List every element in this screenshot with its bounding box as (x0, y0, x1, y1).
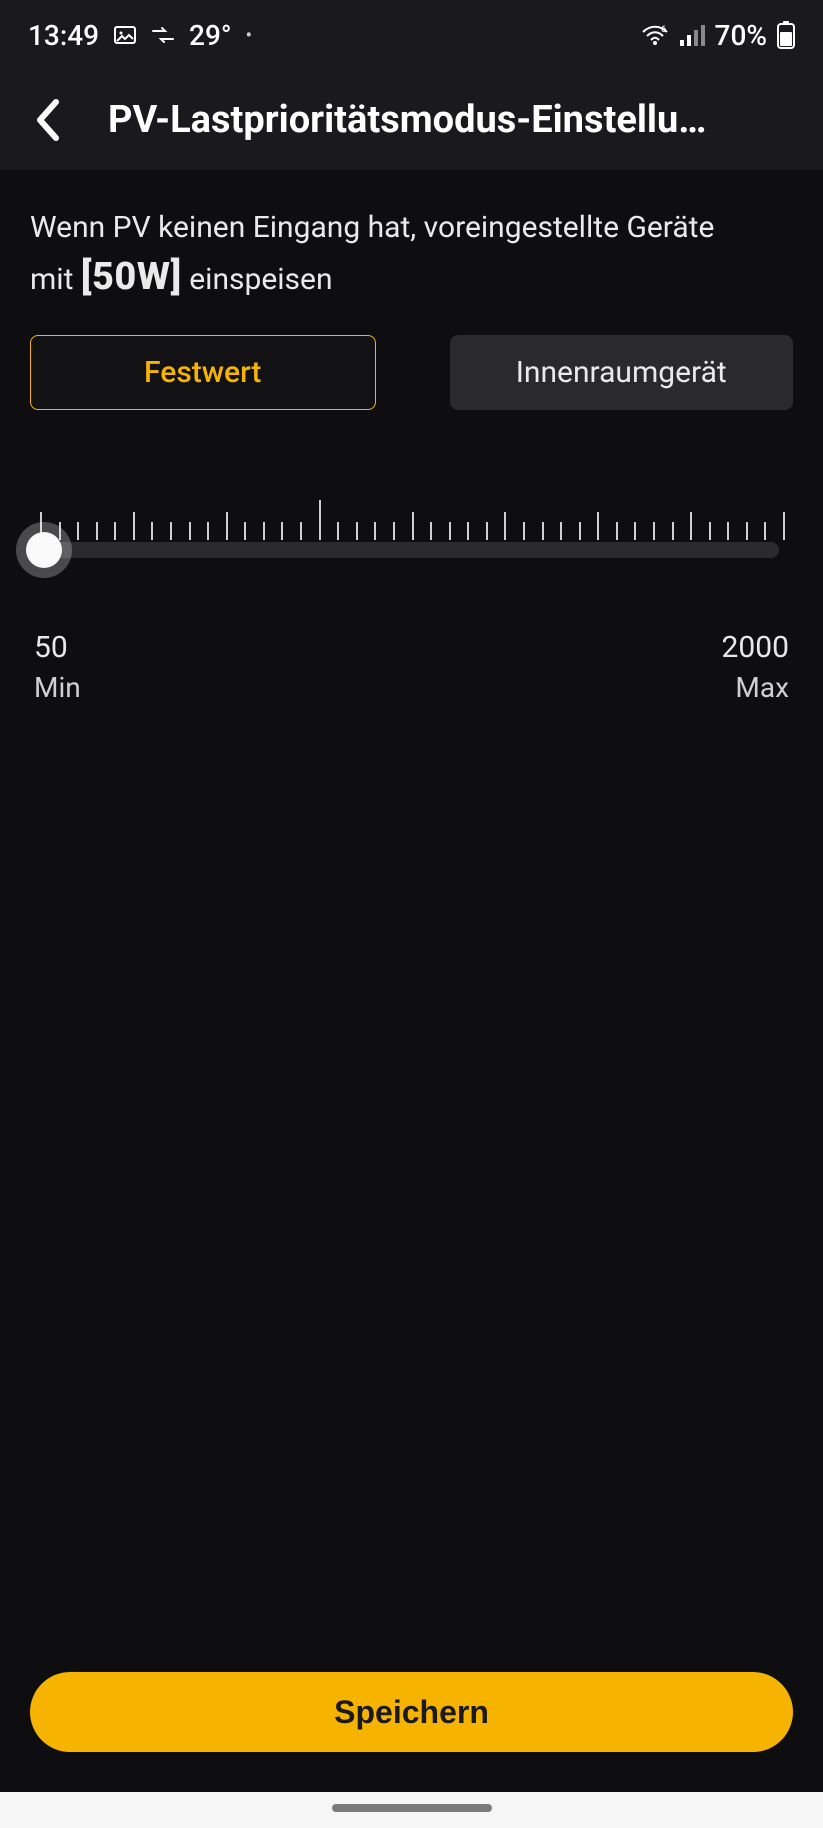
status-right: 6 70% (641, 19, 795, 52)
slider-track (44, 542, 779, 558)
description-post: einspeisen (189, 262, 332, 297)
tab-fixed-value[interactable]: Festwert (30, 335, 376, 410)
slider-max-label: Max (722, 671, 789, 704)
back-button[interactable] (28, 100, 68, 140)
slider-min-value: 50 (34, 630, 81, 665)
description-line1: Wenn PV keinen Eingang hat, voreingestel… (30, 210, 714, 245)
status-battery-text: 70% (715, 19, 767, 52)
save-bar: Speichern (0, 1672, 823, 1792)
description-value: [50W] (81, 255, 182, 299)
power-slider[interactable] (30, 500, 793, 620)
description-pre: mit (30, 262, 73, 297)
chevron-left-icon (34, 98, 62, 142)
dot-icon: • (246, 25, 252, 46)
status-time: 13:49 (28, 19, 99, 52)
slider-max-value: 2000 (722, 630, 789, 665)
signal-icon (679, 24, 705, 46)
description-text: Wenn PV keinen Eingang hat, voreingestel… (30, 206, 793, 305)
tab-fixed-label: Festwert (144, 355, 261, 390)
mode-tabs: Festwert Innenraumgerät (30, 335, 793, 410)
nav-handle[interactable] (332, 1804, 492, 1812)
slider-thumb-inner (26, 532, 62, 568)
slider-labels: 50 Min 2000 Max (30, 630, 793, 704)
save-button-label: Speichern (334, 1694, 489, 1731)
content: Wenn PV keinen Eingang hat, voreingestel… (0, 170, 823, 1672)
tab-indoor-label: Innenraumgerät (516, 355, 727, 390)
status-temp: 29° (189, 19, 232, 52)
page-title: PV-Lastprioritätsmodus-Einstellu… (108, 98, 795, 142)
save-button[interactable]: Speichern (30, 1672, 793, 1752)
nav-area (0, 1792, 823, 1828)
sync-icon (151, 25, 175, 45)
battery-icon (777, 21, 795, 49)
status-left: 13:49 29° • (28, 19, 252, 52)
wifi-icon: 6 (641, 24, 669, 46)
slider-thumb[interactable] (16, 522, 72, 578)
slider-ticks (40, 500, 783, 540)
tab-indoor-device[interactable]: Innenraumgerät (450, 335, 794, 410)
status-bar: 13:49 29° • 6 70% (0, 0, 823, 70)
svg-text:6: 6 (661, 25, 666, 35)
app-bar: PV-Lastprioritätsmodus-Einstellu… (0, 70, 823, 170)
slider-min-label: Min (34, 671, 81, 704)
gallery-icon (113, 23, 137, 47)
